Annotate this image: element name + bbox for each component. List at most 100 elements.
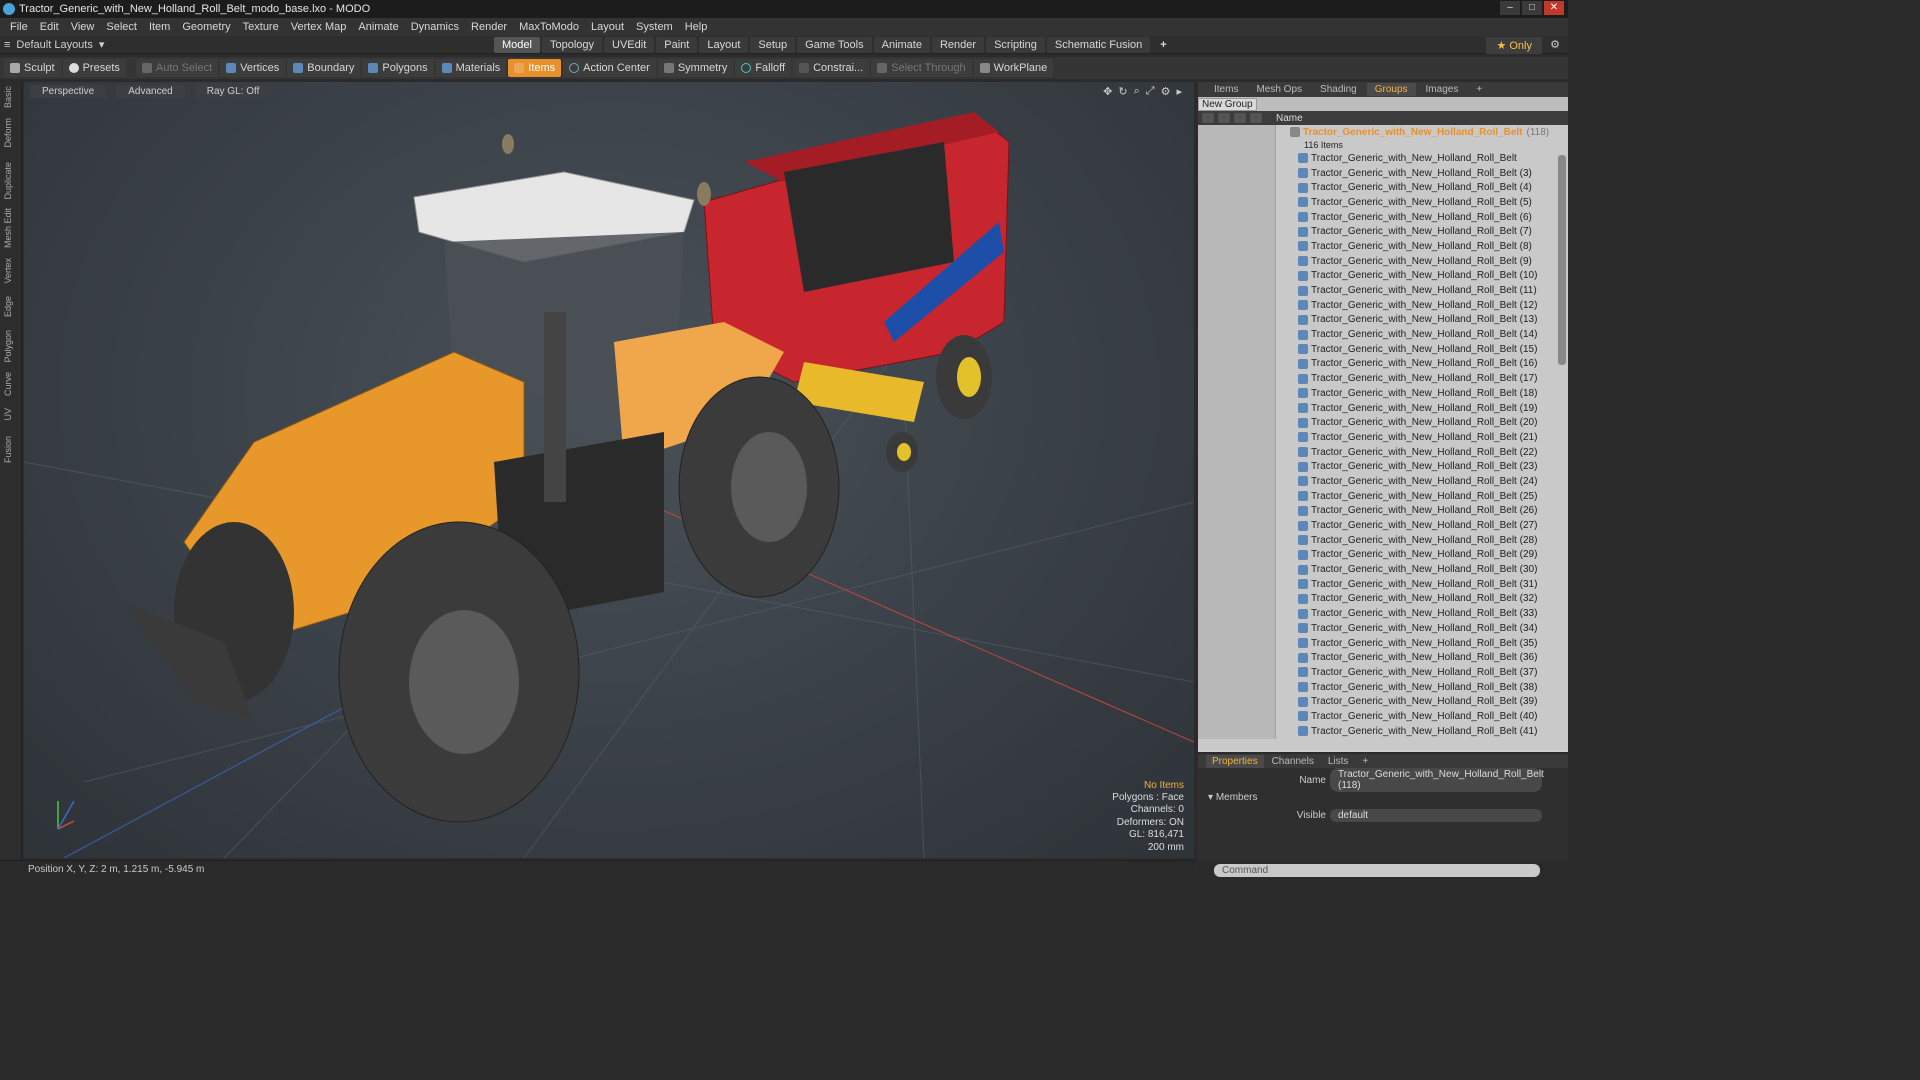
- item-visibility-cell[interactable]: [1198, 694, 1276, 710]
- add-properties-tab-button[interactable]: +: [1356, 755, 1374, 768]
- tab-properties[interactable]: Properties: [1206, 754, 1264, 768]
- item-visibility-cell[interactable]: [1198, 386, 1276, 401]
- tab-topology[interactable]: Topology: [541, 37, 603, 53]
- menu-system[interactable]: System: [630, 21, 679, 33]
- vtab-uv[interactable]: UV: [3, 408, 17, 421]
- item-visibility-cell[interactable]: [1198, 621, 1276, 636]
- item-visibility-cell[interactable]: [1198, 371, 1276, 386]
- vtab-fusion[interactable]: Fusion: [3, 436, 17, 463]
- item-visibility-cell[interactable]: [1198, 518, 1276, 533]
- item-visibility-cell[interactable]: [1198, 679, 1276, 695]
- tab-schematic-fusion[interactable]: Schematic Fusion: [1046, 37, 1151, 53]
- item-visibility-cell[interactable]: [1198, 297, 1276, 313]
- item-visibility-cell[interactable]: [1198, 650, 1276, 666]
- list-item[interactable]: Tractor_Generic_with_New_Holland_Roll_Be…: [1198, 518, 1568, 533]
- item-visibility-cell[interactable]: [1198, 268, 1276, 284]
- tab-groups[interactable]: Groups: [1366, 83, 1416, 96]
- falloff-button[interactable]: Falloff: [735, 59, 792, 77]
- list-item[interactable]: Tractor_Generic_with_New_Holland_Roll_Be…: [1198, 606, 1568, 621]
- select-icon[interactable]: [1250, 113, 1262, 123]
- new-group-button[interactable]: New Group: [1198, 97, 1257, 111]
- tab-shading[interactable]: Shading: [1312, 83, 1365, 96]
- list-item[interactable]: Tractor_Generic_with_New_Holland_Roll_Be…: [1198, 312, 1568, 328]
- menu-edit[interactable]: Edit: [34, 21, 65, 33]
- item-visibility-cell[interactable]: [1198, 709, 1276, 724]
- tab-layout[interactable]: Layout: [699, 37, 749, 53]
- list-item[interactable]: Tractor_Generic_with_New_Holland_Roll_Be…: [1198, 679, 1568, 695]
- vtab-basic[interactable]: Basic: [3, 86, 17, 108]
- item-visibility-cell[interactable]: [1198, 606, 1276, 621]
- list-item[interactable]: Tractor_Generic_with_New_Holland_Roll_Be…: [1198, 723, 1568, 739]
- list-item[interactable]: Tractor_Generic_with_New_Holland_Roll_Be…: [1198, 180, 1568, 196]
- items-button[interactable]: Items: [508, 59, 562, 77]
- item-visibility-cell[interactable]: [1198, 283, 1276, 298]
- menu-vertex-map[interactable]: Vertex Map: [285, 21, 353, 33]
- list-item[interactable]: Tractor_Generic_with_New_Holland_Roll_Be…: [1198, 591, 1568, 607]
- list-item[interactable]: Tractor_Generic_with_New_Holland_Roll_Be…: [1198, 474, 1568, 489]
- tab-lists[interactable]: Lists: [1322, 755, 1355, 768]
- maximize-button[interactable]: □: [1522, 1, 1542, 15]
- list-item[interactable]: Tractor_Generic_with_New_Holland_Roll_Be…: [1198, 459, 1568, 475]
- list-item[interactable]: Tractor_Generic_with_New_Holland_Roll_Be…: [1198, 386, 1568, 401]
- menu-maxtomodo[interactable]: MaxToModo: [513, 21, 585, 33]
- tab-uvedit[interactable]: UVEdit: [604, 37, 655, 53]
- item-visibility-cell[interactable]: [1198, 562, 1276, 577]
- list-item[interactable]: Tractor_Generic_with_New_Holland_Roll_Be…: [1198, 371, 1568, 386]
- groups-tree[interactable]: Tractor_Generic_with_New_Holland_Roll_Be…: [1198, 125, 1568, 750]
- boundary-button[interactable]: Boundary: [287, 59, 361, 77]
- symmetry-button[interactable]: Symmetry: [657, 59, 734, 77]
- list-item[interactable]: Tractor_Generic_with_New_Holland_Roll_Be…: [1198, 503, 1568, 519]
- polygons-button[interactable]: Polygons: [362, 59, 434, 77]
- list-item[interactable]: Tractor_Generic_with_New_Holland_Roll_Be…: [1198, 165, 1568, 181]
- list-item[interactable]: Tractor_Generic_with_New_Holland_Roll_Be…: [1198, 665, 1568, 680]
- item-visibility-cell[interactable]: [1198, 459, 1276, 475]
- list-item[interactable]: Tractor_Generic_with_New_Holland_Roll_Be…: [1198, 151, 1568, 166]
- materials-button[interactable]: Materials: [435, 59, 507, 77]
- menu-render[interactable]: Render: [465, 21, 513, 33]
- vertices-button[interactable]: Vertices: [220, 59, 286, 77]
- item-visibility-cell[interactable]: [1198, 165, 1276, 181]
- list-item[interactable]: Tractor_Generic_with_New_Holland_Roll_Be…: [1198, 444, 1568, 460]
- visible-select[interactable]: default: [1330, 808, 1542, 822]
- item-visibility-cell[interactable]: [1198, 430, 1276, 445]
- gear-icon[interactable]: ⚙: [1550, 38, 1560, 51]
- sculpt-button[interactable]: Sculpt: [4, 59, 61, 77]
- group-visibility-cell[interactable]: [1198, 125, 1276, 139]
- list-item[interactable]: Tractor_Generic_with_New_Holland_Roll_Be…: [1198, 576, 1568, 592]
- item-visibility-cell[interactable]: [1198, 180, 1276, 196]
- item-visibility-cell[interactable]: [1198, 474, 1276, 489]
- vtab-duplicate[interactable]: Duplicate: [3, 162, 17, 200]
- vtab-vertex[interactable]: Vertex: [3, 258, 17, 284]
- list-item[interactable]: Tractor_Generic_with_New_Holland_Roll_Be…: [1198, 268, 1568, 284]
- list-item[interactable]: Tractor_Generic_with_New_Holland_Roll_Be…: [1198, 195, 1568, 210]
- list-item[interactable]: Tractor_Generic_with_New_Holland_Roll_Be…: [1198, 209, 1568, 225]
- 3d-viewport[interactable]: Perspective Advanced Ray GL: Off ✥ ↻ ⌕ ⤢…: [24, 82, 1194, 858]
- menu-view[interactable]: View: [65, 21, 101, 33]
- list-item[interactable]: Tractor_Generic_with_New_Holland_Roll_Be…: [1198, 341, 1568, 357]
- item-visibility-cell[interactable]: [1198, 224, 1276, 240]
- constraints-button[interactable]: Constrai...: [793, 59, 870, 77]
- layout-selector[interactable]: ≡ Default Layouts ▾: [4, 38, 104, 52]
- command-input[interactable]: Command: [1214, 863, 1540, 877]
- vtab-polygon[interactable]: Polygon: [3, 330, 17, 363]
- item-visibility-cell[interactable]: [1198, 723, 1276, 739]
- item-visibility-cell[interactable]: [1198, 151, 1276, 166]
- menu-animate[interactable]: Animate: [352, 21, 404, 33]
- tab-render[interactable]: Render: [931, 37, 985, 53]
- item-visibility-cell[interactable]: [1198, 665, 1276, 680]
- vtab-deform[interactable]: Deform: [3, 118, 17, 148]
- menu-texture[interactable]: Texture: [237, 21, 285, 33]
- tab-paint[interactable]: Paint: [656, 37, 698, 53]
- select-through-button[interactable]: Select Through: [871, 59, 972, 77]
- tab-items[interactable]: Items: [1206, 83, 1246, 96]
- vtab-edge[interactable]: Edge: [3, 296, 17, 317]
- group-row[interactable]: Tractor_Generic_with_New_Holland_Roll_Be…: [1198, 125, 1568, 139]
- item-visibility-cell[interactable]: [1198, 312, 1276, 328]
- menu-item[interactable]: Item: [143, 21, 176, 33]
- vtab-mesh-edit[interactable]: Mesh Edit: [3, 208, 17, 248]
- list-item[interactable]: Tractor_Generic_with_New_Holland_Roll_Be…: [1198, 635, 1568, 651]
- item-visibility-cell[interactable]: [1198, 415, 1276, 431]
- list-item[interactable]: Tractor_Generic_with_New_Holland_Roll_Be…: [1198, 415, 1568, 431]
- item-visibility-cell[interactable]: [1198, 356, 1276, 372]
- name-field[interactable]: Tractor_Generic_with_New_Holland_Roll_Be…: [1330, 768, 1544, 792]
